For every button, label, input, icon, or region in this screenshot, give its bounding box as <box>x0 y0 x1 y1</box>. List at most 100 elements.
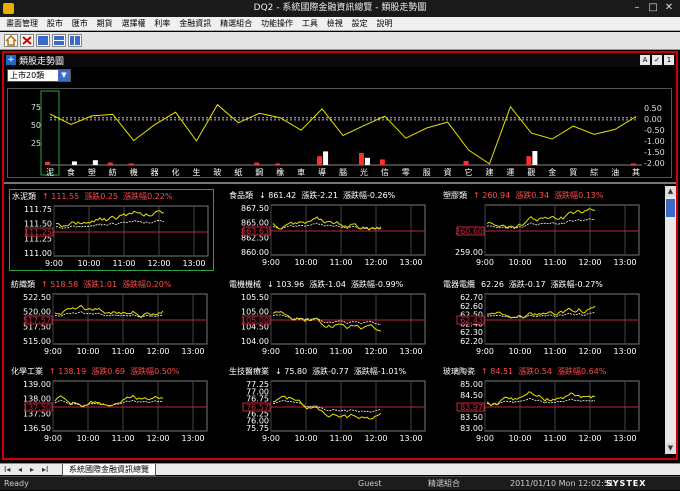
status-ready: Ready <box>4 479 29 488</box>
tab-next-icon[interactable]: ▸ <box>30 464 34 476</box>
close-window-icon[interactable] <box>20 34 34 47</box>
menu-view[interactable]: 檢視 <box>327 17 343 31</box>
price-tick: 111.00 <box>24 249 52 258</box>
sector-overview-chart: 75 50 25 0.50 0.00 -0.50 -1.00 -1.50 -2.00 泥 食 塑 紡 機 器… <box>7 88 672 178</box>
category-label: 塑 <box>88 168 96 177</box>
sector-panel[interactable]: 紡織類 ↑ 518.58 漲跌1.01 漲跌幅0.20% 9:00 10:00 11:00 1… <box>9 278 214 360</box>
time-tick: 12:00 <box>147 259 170 268</box>
menu-help[interactable]: 說明 <box>377 17 393 31</box>
sector-panel[interactable]: 電機機械 ↓ 103.96 漲跌-1.04 漲跌幅-0.99% 9:00 10:00 11:… <box>227 278 432 360</box>
maximize-button[interactable]: □ <box>646 2 660 14</box>
pct-value: 0.22% <box>147 192 173 201</box>
app-icon <box>3 3 14 14</box>
price-tick: 62.20 <box>460 337 483 346</box>
time-tick: 9:00 <box>44 347 62 356</box>
panel-title: 類股走勢圖 <box>19 57 65 67</box>
time-tick: 10:00 <box>294 347 317 356</box>
sector-panel[interactable]: 電器電纜 62.26 漲跌-0.17 漲跌幅-0.27% 9:00 10:00 11:00 1… <box>441 278 646 360</box>
sector-panel[interactable]: 食品類 ↓ 861.42 漲跌-2.21 漲跌幅-0.26% 9:00 10:00 11:0… <box>227 189 432 271</box>
tab-last-icon[interactable]: ▸I <box>42 464 48 476</box>
time-tick: 13:00 <box>399 434 422 443</box>
market-select[interactable]: 上市20類 ▼ <box>7 69 71 82</box>
pct-value: -1.01% <box>377 367 407 376</box>
edit-button[interactable]: ✓ <box>652 55 662 65</box>
layout-split-icon[interactable] <box>52 34 66 47</box>
time-tick: 10:00 <box>508 258 531 267</box>
bar-down <box>463 161 469 165</box>
pct-label: 漲跌幅 <box>342 191 367 200</box>
time-tick: 12:00 <box>364 258 387 267</box>
layout-grid-icon[interactable] <box>68 34 82 47</box>
tab-prev-icon[interactable]: ◂ <box>18 464 22 476</box>
category-label: 腦 <box>339 167 347 177</box>
menu-featured[interactable]: 精選組合 <box>220 17 252 31</box>
time-tick: 12:00 <box>578 258 601 267</box>
time-tick: 11:00 <box>329 258 352 267</box>
time-tick: 12:00 <box>578 347 601 356</box>
intraday-chart: 9:00 10:00 11:00 12:00 13:0062.7062.6062.506… <box>456 293 640 356</box>
price-tick: 105.50 <box>241 293 269 302</box>
category-label: 服 <box>423 168 431 177</box>
vertical-scrollbar[interactable]: ▲ ▼ <box>665 186 676 454</box>
tab-overview[interactable]: 系統國際金融資訊總覽 <box>62 464 156 476</box>
menu-futures[interactable]: 期貨 <box>97 17 113 31</box>
expand-icon[interactable]: + <box>6 55 16 65</box>
menu-functions[interactable]: 功能操作 <box>261 17 293 31</box>
pct-value: -0.27% <box>574 280 603 289</box>
price-tick: 136.50 <box>23 424 51 433</box>
splitter[interactable] <box>4 182 676 184</box>
scroll-up-icon[interactable]: ▲ <box>665 186 676 197</box>
time-tick: 13:00 <box>181 434 204 443</box>
change-label: 漲跌 <box>84 192 101 201</box>
sector-panel[interactable]: 生技醫療業 ↓ 75.80 漲跌-0.77 漲跌幅-1.01% 9:00 10:00 11:… <box>227 365 432 447</box>
category-label: 車 <box>297 167 305 177</box>
sector-panel[interactable]: 化學工業 ↑ 138.19 漲跌0.69 漲跌幅0.50% 9:00 10:00 11:00… <box>9 365 214 447</box>
category-label: 油 <box>611 167 619 177</box>
scroll-down-icon[interactable]: ▼ <box>665 443 676 454</box>
menu-fx[interactable]: 匯市 <box>72 17 88 31</box>
time-tick: 9:00 <box>262 434 280 443</box>
scroll-thumb[interactable] <box>666 199 675 217</box>
sector-panel[interactable]: 玻璃陶瓷 ↑ 84.51 漲跌0.54 漲跌幅0.64% 9:00 10:00 11:00 1… <box>441 365 646 447</box>
plot-frame <box>484 204 640 256</box>
layout-single-icon[interactable] <box>36 34 50 47</box>
font-button[interactable]: A <box>640 55 650 65</box>
menu-screen-manage[interactable]: 畫面管理 <box>6 17 38 31</box>
price-tick: 83.50 <box>460 413 483 422</box>
right-axis-tick: 0.00 <box>644 115 662 124</box>
chevron-down-icon[interactable]: ▼ <box>58 70 70 81</box>
time-tick: 10:00 <box>77 259 100 268</box>
menu-tools[interactable]: 工具 <box>302 17 318 31</box>
menu-options[interactable]: 選擇權 <box>122 17 146 31</box>
tab-first-icon[interactable]: I◂ <box>4 464 10 476</box>
change-value: -2.21 <box>317 191 338 200</box>
count-button[interactable]: 1 <box>664 55 674 65</box>
menu-settings[interactable]: 設定 <box>352 17 368 31</box>
home-icon[interactable] <box>4 34 18 47</box>
sector-panel[interactable]: 水泥類 ↑ 111.55 漲跌0.25 漲跌幅0.22% 9:00 10:00 11:00 1… <box>9 189 214 271</box>
toolbar <box>0 32 680 50</box>
change-value: -1.04 <box>325 280 346 289</box>
menu-rates[interactable]: 利率 <box>154 17 170 31</box>
sector-name: 電器電纜 <box>443 280 475 289</box>
time-tick: 10:00 <box>76 347 99 356</box>
time-tick: 12:00 <box>146 347 169 356</box>
change-label: 漲跌 <box>518 367 535 376</box>
plot-frame <box>52 293 208 345</box>
reference-tick: 62.43 <box>460 316 483 325</box>
menu-stock[interactable]: 股市 <box>47 17 63 31</box>
bar-down <box>275 163 281 165</box>
intraday-chart: 9:00 10:00 11:00 12:00 13:00 259.00 260.60 <box>455 204 640 267</box>
window-title: DQ2 - 系統國際金融資訊總覽 - 類股走勢圖 <box>253 3 427 13</box>
category-label: 資 <box>444 167 452 177</box>
price-tick: 62.60 <box>460 302 483 311</box>
sector-price: ↑ 111.55 <box>42 192 80 201</box>
sector-trend-window: + 類股走勢圖 A ✓ 1 上市20類 ▼ 75 50 25 0.50 0.00 -0.5… <box>2 51 678 460</box>
time-tick: 10:00 <box>76 434 99 443</box>
pct-value: 0.13% <box>578 191 604 200</box>
close-button[interactable]: ✕ <box>662 2 676 14</box>
minimize-button[interactable]: – <box>630 2 644 14</box>
time-tick: 13:00 <box>399 347 422 356</box>
sector-panel[interactable]: 塑膠類 ↑ 260.94 漲跌0.34 漲跌幅0.13% 9:00 10:00 11:00 1… <box>441 189 646 271</box>
menu-finance-info[interactable]: 金融資訊 <box>179 17 211 31</box>
